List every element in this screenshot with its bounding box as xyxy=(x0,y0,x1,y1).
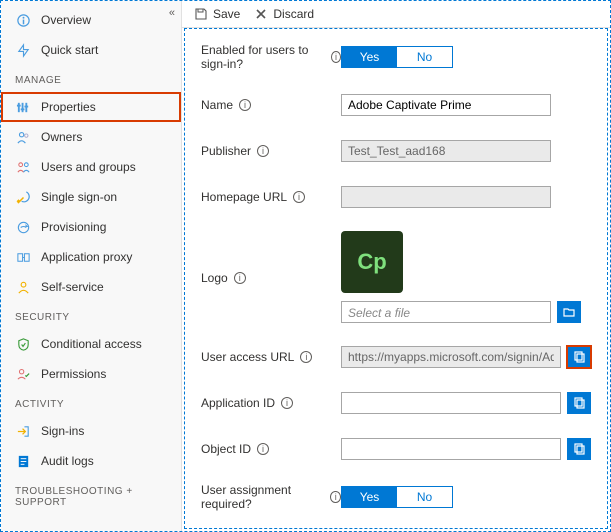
save-button[interactable]: Save xyxy=(194,7,240,21)
sidebar-item-label: Overview xyxy=(41,13,91,27)
sidebar-item-signins[interactable]: Sign-ins xyxy=(1,416,181,446)
properties-form: Enabled for users to sign-in? i Yes No Na… xyxy=(184,28,608,529)
sidebar-header-activity: ACTIVITY xyxy=(1,389,181,416)
sidebar-item-users-groups[interactable]: Users and groups xyxy=(1,152,181,182)
info-icon[interactable]: i xyxy=(293,191,305,203)
info-icon[interactable]: i xyxy=(234,272,246,284)
collapse-sidebar-icon[interactable]: « xyxy=(169,7,175,19)
sidebar-header-manage: MANAGE xyxy=(1,65,181,92)
sidebar-item-sso[interactable]: Single sign-on xyxy=(1,182,181,212)
save-icon xyxy=(194,7,208,21)
overview-icon xyxy=(15,12,31,28)
homepage-input xyxy=(341,186,551,208)
app-proxy-icon xyxy=(15,249,31,265)
sidebar-item-label: Users and groups xyxy=(41,160,136,174)
enabled-toggle[interactable]: Yes No xyxy=(341,46,453,68)
sidebar-item-owners[interactable]: Owners xyxy=(1,122,181,152)
info-icon[interactable]: i xyxy=(281,397,293,409)
name-label: Name xyxy=(201,98,233,112)
sidebar-item-label: Single sign-on xyxy=(41,190,117,204)
owners-icon xyxy=(15,129,31,145)
info-icon[interactable]: i xyxy=(300,351,312,363)
sidebar-item-label: Permissions xyxy=(41,367,106,381)
assignment-toggle[interactable]: Yes No xyxy=(341,486,453,508)
objid-label: Object ID xyxy=(201,442,251,456)
appid-label: Application ID xyxy=(201,396,275,410)
info-icon[interactable]: i xyxy=(330,491,341,503)
provisioning-icon xyxy=(15,219,31,235)
sidebar-header-troubleshooting: TROUBLESHOOTING + SUPPORT xyxy=(1,476,181,514)
sidebar-item-label: Self-service xyxy=(41,280,104,294)
application-id-input[interactable] xyxy=(341,392,561,414)
audit-logs-icon xyxy=(15,453,31,469)
sidebar-item-label: Conditional access xyxy=(41,337,142,351)
app-logo: Cp xyxy=(341,231,403,293)
name-input[interactable] xyxy=(341,94,551,116)
sidebar-item-label: Quick start xyxy=(41,43,98,57)
publisher-input xyxy=(341,140,551,162)
discard-label: Discard xyxy=(273,7,314,21)
sidebar-item-provisioning[interactable]: Provisioning xyxy=(1,212,181,242)
sidebar-item-permissions[interactable]: Permissions xyxy=(1,359,181,389)
info-icon[interactable]: i xyxy=(239,99,251,111)
sidebar-item-label: Owners xyxy=(41,130,82,144)
self-service-icon xyxy=(15,279,31,295)
sidebar-item-label: Application proxy xyxy=(41,250,132,264)
properties-icon xyxy=(15,99,31,115)
main-panel: Save Discard Enabled for users to sign-i… xyxy=(182,1,610,531)
info-icon[interactable]: i xyxy=(331,51,341,63)
sidebar-header-security: SECURITY xyxy=(1,302,181,329)
publisher-label: Publisher xyxy=(201,144,251,158)
shield-icon xyxy=(15,336,31,352)
sidebar-item-properties[interactable]: Properties xyxy=(1,92,181,122)
info-icon[interactable]: i xyxy=(257,145,269,157)
logo-label: Logo xyxy=(201,271,228,285)
users-groups-icon xyxy=(15,159,31,175)
permissions-icon xyxy=(15,366,31,382)
sidebar-item-quickstart[interactable]: Quick start xyxy=(1,35,181,65)
signins-icon xyxy=(15,423,31,439)
quickstart-icon xyxy=(15,42,31,58)
discard-icon xyxy=(254,7,268,21)
sidebar: « Overview Quick start MANAGE Properties… xyxy=(1,1,182,531)
copy-user-access-url-button[interactable] xyxy=(567,346,591,368)
logo-file-input[interactable]: Select a file xyxy=(341,301,551,323)
sidebar-item-overview[interactable]: Overview xyxy=(1,5,181,35)
toolbar: Save Discard xyxy=(182,1,610,28)
save-label: Save xyxy=(213,7,240,21)
sidebar-item-label: Provisioning xyxy=(41,220,106,234)
sidebar-item-conditional-access[interactable]: Conditional access xyxy=(1,329,181,359)
homepage-label: Homepage URL xyxy=(201,190,287,204)
sso-icon xyxy=(15,189,31,205)
info-icon[interactable]: i xyxy=(257,443,269,455)
sidebar-item-app-proxy[interactable]: Application proxy xyxy=(1,242,181,272)
browse-file-button[interactable] xyxy=(557,301,581,323)
sidebar-item-self-service[interactable]: Self-service xyxy=(1,272,181,302)
discard-button[interactable]: Discard xyxy=(254,7,314,21)
assignment-label: User assignment required? xyxy=(201,483,324,511)
copy-object-id-button[interactable] xyxy=(567,438,591,460)
toggle-yes[interactable]: Yes xyxy=(342,47,397,67)
user-access-url-input xyxy=(341,346,561,368)
toggle-no[interactable]: No xyxy=(397,47,452,67)
sidebar-item-label: Properties xyxy=(41,100,96,114)
toggle-no[interactable]: No xyxy=(397,487,452,507)
uaurl-label: User access URL xyxy=(201,350,294,364)
sidebar-item-label: Audit logs xyxy=(41,454,94,468)
object-id-input[interactable] xyxy=(341,438,561,460)
toggle-yes[interactable]: Yes xyxy=(342,487,397,507)
copy-application-id-button[interactable] xyxy=(567,392,591,414)
enabled-label: Enabled for users to sign-in? xyxy=(201,43,325,71)
sidebar-item-label: Sign-ins xyxy=(41,424,84,438)
sidebar-item-audit-logs[interactable]: Audit logs xyxy=(1,446,181,476)
